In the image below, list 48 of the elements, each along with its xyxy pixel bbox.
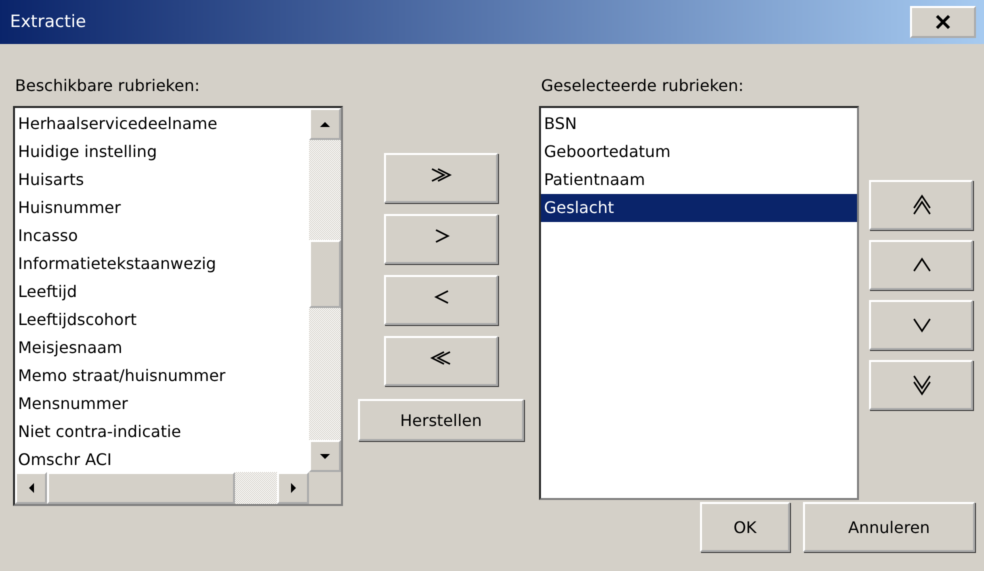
- close-icon: [934, 14, 952, 30]
- window-title: Extractie: [10, 12, 86, 32]
- list-item[interactable]: Leeftijd: [15, 278, 309, 306]
- list-item[interactable]: Geboortedatum: [541, 138, 857, 166]
- list-item[interactable]: Memo straat/huisnummer: [15, 362, 309, 390]
- list-label: Geselecteerde rubrieken:: [540, 75, 745, 97]
- triangle-down-icon: [320, 454, 330, 458]
- scroll-left-button[interactable]: [15, 472, 47, 504]
- list-item[interactable]: Informatietekstaanwezig: [15, 250, 309, 278]
- vertical-scrollbar[interactable]: [309, 108, 341, 472]
- list-item[interactable]: BSN: [541, 110, 857, 138]
- list-item[interactable]: Omschr ACI: [15, 446, 309, 474]
- move-button[interactable]: [384, 214, 498, 264]
- scroll-right-button[interactable]: [277, 472, 309, 504]
- list-item[interactable]: Huisarts: [15, 166, 309, 194]
- list-item[interactable]: Niet contra-indicatie: [15, 418, 309, 446]
- available-list[interactable]: Herhaalservicedeelname Huidige instelling Huisarts Huisnummer Incasso Informatietekstaanwezig Leeftijd Leeftijdscohort Meisjesnaam Memo straat/huisnummer Mensnummer Niet contra-indicatie Omschr ACI: [13, 106, 343, 506]
- move-button[interactable]: [869, 240, 973, 290]
- scroll-thumb[interactable]: [47, 472, 235, 504]
- restore-button[interactable]: Herstellen: [358, 399, 524, 441]
- list-item[interactable]: Huidige instelling: [15, 138, 309, 166]
- move-button[interactable]: [869, 360, 973, 410]
- scrollbar-corner: [309, 472, 341, 504]
- list-item[interactable]: Geslacht: [541, 194, 857, 222]
- list-item[interactable]: Huisnummer: [15, 194, 309, 222]
- list-item[interactable]: Herhaalservicedeelname: [15, 110, 309, 138]
- list-item[interactable]: Incasso: [15, 222, 309, 250]
- triangle-right-icon: [290, 483, 296, 493]
- cancel-button[interactable]: Annuleren: [803, 502, 975, 552]
- scroll-down-button[interactable]: [309, 440, 341, 472]
- list-item[interactable]: Patientnaam: [541, 166, 857, 194]
- triangle-left-icon: [28, 483, 34, 493]
- move-button[interactable]: [384, 275, 498, 325]
- move-button[interactable]: [869, 180, 973, 230]
- move-button[interactable]: [869, 300, 973, 350]
- close-button[interactable]: [910, 6, 976, 38]
- ok-button[interactable]: OK: [700, 502, 790, 552]
- list-item[interactable]: Meisjesnaam: [15, 334, 309, 362]
- horizontal-scrollbar[interactable]: [15, 472, 309, 504]
- list-label: Beschikbare rubrieken:: [14, 75, 201, 97]
- scroll-up-button[interactable]: [309, 108, 341, 140]
- list-item[interactable]: Leeftijdscohort: [15, 306, 309, 334]
- move-button[interactable]: [384, 153, 498, 203]
- list-item[interactable]: Mensnummer: [15, 390, 309, 418]
- scroll-thumb[interactable]: [309, 240, 341, 308]
- selected-list[interactable]: BSN Geboortedatum Patientnaam Geslacht: [539, 106, 859, 500]
- move-button[interactable]: [384, 336, 498, 386]
- triangle-up-icon: [320, 122, 330, 126]
